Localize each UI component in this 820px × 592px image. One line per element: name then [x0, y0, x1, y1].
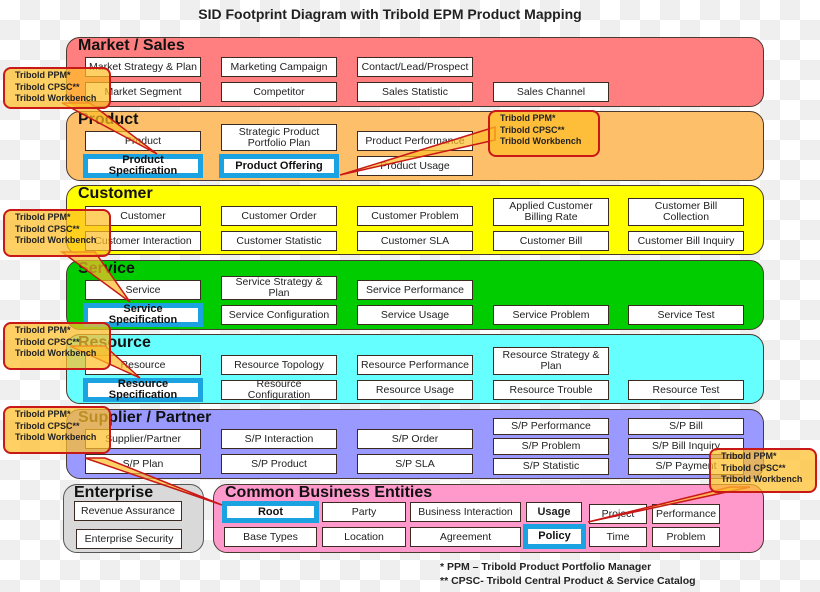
entity-box[interactable]: Product	[85, 131, 201, 151]
tribold-callout: Tribold PPM* Tribold CPSC** Tribold Work…	[709, 448, 817, 493]
entity-box[interactable]: Sales Statistic	[357, 82, 473, 102]
entity-box[interactable]: Resource Trouble	[493, 380, 609, 400]
entity-box[interactable]: Marketing Campaign	[221, 57, 337, 77]
entity-box[interactable]: Service Usage	[357, 305, 473, 325]
callout-line: Tribold CPSC**	[721, 462, 786, 473]
entity-box[interactable]: Party	[322, 502, 406, 522]
entity-box[interactable]: Customer Statistic	[221, 231, 337, 251]
callout-line: Tribold CPSC**	[15, 223, 80, 234]
callout-line: Tribold PPM*	[15, 325, 71, 335]
entity-box[interactable]: S/P Bill	[628, 418, 744, 435]
entity-box-highlighted[interactable]: Resource Specification	[83, 378, 203, 402]
diagram-title: SID Footprint Diagram with Tribold EPM P…	[198, 6, 582, 22]
callout-line: Tribold PPM*	[721, 451, 777, 461]
callout-line: Tribold PPM*	[15, 212, 71, 222]
entity-box[interactable]: S/P Plan	[85, 454, 201, 474]
tribold-callout: Tribold PPM* Tribold CPSC** Tribold Work…	[3, 209, 111, 257]
entity-box[interactable]: Enterprise Security	[76, 529, 182, 549]
footnote-ppm: * PPM – Tribold Product Portfolio Manage…	[440, 561, 652, 573]
entity-box[interactable]: S/P Performance	[493, 418, 609, 435]
entity-box[interactable]: Resource Usage	[357, 380, 473, 400]
tribold-callout: Tribold PPM* Tribold CPSC** Tribold Work…	[3, 322, 111, 370]
domain-label: Customer	[78, 185, 153, 202]
entity-box[interactable]: Project	[589, 504, 647, 524]
entity-box[interactable]: S/P Order	[357, 429, 473, 449]
entity-box[interactable]: Agreement	[410, 527, 521, 547]
callout-line: Tribold Workbench	[15, 432, 97, 442]
entity-box[interactable]: Customer SLA	[357, 231, 473, 251]
entity-box[interactable]: Performance	[652, 504, 720, 524]
entity-box[interactable]: Sales Channel	[493, 82, 609, 102]
entity-box[interactable]: Base Types	[224, 527, 317, 547]
entity-box-highlighted[interactable]: Product Offering	[219, 154, 339, 178]
entity-box[interactable]: Service Performance	[357, 280, 473, 300]
entity-box[interactable]: S/P Problem	[493, 438, 609, 455]
callout-line: Tribold Workbench	[500, 136, 582, 146]
callout-line: Tribold CPSC**	[15, 81, 80, 92]
entity-box[interactable]: Revenue Assurance	[74, 501, 182, 521]
entity-box-highlighted[interactable]: Product Specification	[83, 154, 203, 178]
entity-box[interactable]: Customer Order	[221, 206, 337, 226]
entity-box[interactable]: S/P Interaction	[221, 429, 337, 449]
callout-line: Tribold Workbench	[15, 348, 97, 358]
tribold-callout: Tribold PPM* Tribold CPSC** Tribold Work…	[488, 110, 600, 157]
entity-box[interactable]: Applied Customer Billing Rate	[493, 198, 609, 226]
domain-label: Service	[78, 260, 135, 277]
entity-box[interactable]: S/P SLA	[357, 454, 473, 474]
entity-box[interactable]: Resource Strategy & Plan	[493, 347, 609, 375]
entity-box[interactable]: Time	[589, 527, 647, 547]
entity-box[interactable]: Business Interaction	[410, 502, 521, 522]
entity-box[interactable]: Problem	[652, 527, 720, 547]
entity-box[interactable]: Competitor	[221, 82, 337, 102]
entity-box[interactable]: Resource Test	[628, 380, 744, 400]
entity-box[interactable]: S/P Product	[221, 454, 337, 474]
entity-box[interactable]: Customer Bill Inquiry	[628, 231, 744, 251]
entity-box-highlighted[interactable]: Policy	[523, 524, 586, 549]
tribold-callout: Tribold PPM* Tribold CPSC** Tribold Work…	[3, 67, 111, 109]
callout-line: Tribold CPSC**	[15, 420, 80, 431]
entity-box[interactable]: Contact/Lead/Prospect	[357, 57, 473, 77]
callout-line: Tribold PPM*	[15, 409, 71, 419]
callout-line: Tribold Workbench	[15, 235, 97, 245]
domain-label: Market / Sales	[78, 37, 185, 54]
entity-box[interactable]: Product Usage	[357, 156, 473, 176]
domain-label: Common Business Entities	[225, 484, 433, 501]
entity-box[interactable]: Service Configuration	[221, 305, 337, 325]
entity-box[interactable]: Service Problem	[493, 305, 609, 325]
entity-box[interactable]: Resource Performance	[357, 355, 473, 375]
entity-box-highlighted[interactable]: Root	[222, 501, 319, 523]
entity-box[interactable]: Resource Configuration	[221, 379, 337, 401]
callout-line: Tribold PPM*	[500, 113, 556, 123]
entity-box[interactable]: Service Test	[628, 305, 744, 325]
entity-box[interactable]: Customer Bill Collection	[628, 198, 744, 226]
footnote-cpsc: ** CPSC- Tribold Central Product & Servi…	[440, 575, 696, 587]
entity-box[interactable]: Product Performance	[357, 131, 473, 151]
callout-line: Tribold PPM*	[15, 70, 71, 80]
callout-line: Tribold CPSC**	[500, 124, 565, 135]
entity-box[interactable]: Resource Topology	[221, 355, 337, 375]
tribold-callout: Tribold PPM* Tribold CPSC** Tribold Work…	[3, 406, 111, 454]
entity-box[interactable]: Customer Bill	[493, 231, 609, 251]
entity-box[interactable]: Strategic Product Portfolio Plan	[221, 124, 337, 151]
domain-label: Enterprise	[74, 484, 154, 501]
callout-line: Tribold CPSC**	[15, 336, 80, 347]
entity-box[interactable]: Service	[85, 280, 201, 300]
entity-box[interactable]: Customer Problem	[357, 206, 473, 226]
entity-box[interactable]: S/P Statistic	[493, 458, 609, 475]
entity-box[interactable]: Usage	[526, 502, 582, 522]
domain-label: Product	[78, 111, 139, 128]
entity-box[interactable]: Service Strategy & Plan	[221, 276, 337, 300]
callout-line: Tribold Workbench	[15, 93, 97, 103]
callout-line: Tribold Workbench	[721, 474, 803, 484]
entity-box[interactable]: Location	[322, 527, 406, 547]
